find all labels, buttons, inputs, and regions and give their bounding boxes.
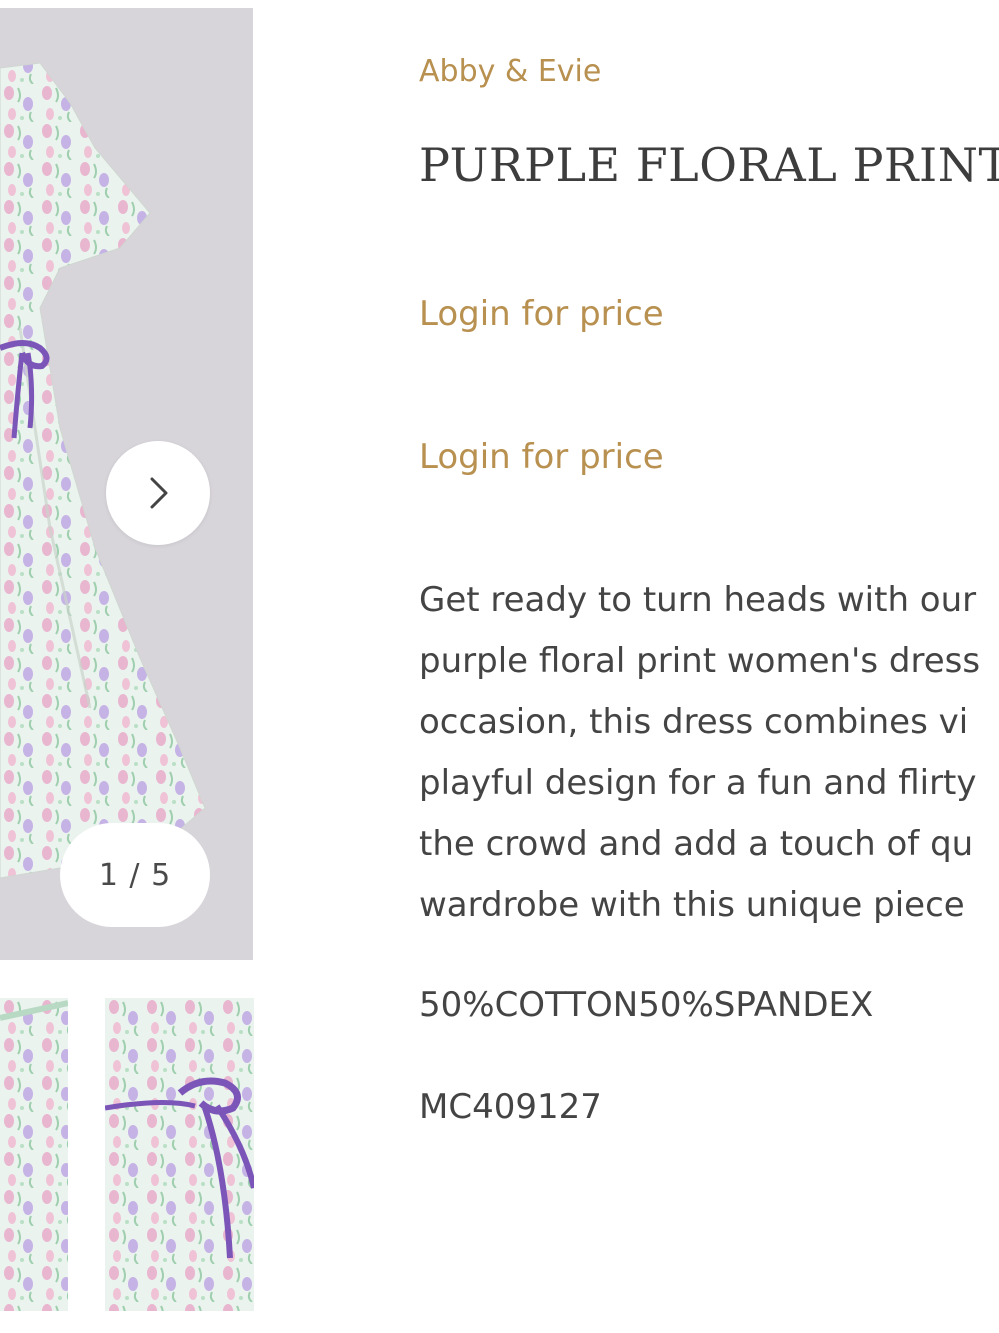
main-product-image[interactable]: 1 / 5 (0, 8, 253, 960)
login-for-price-link[interactable]: Login for price (419, 294, 664, 334)
thumbnail-image (0, 998, 68, 1311)
thumbnail-1[interactable] (0, 998, 68, 1311)
description-line: purple floral print women's dress (419, 641, 981, 681)
thumbnail-2[interactable] (105, 998, 254, 1311)
description-line: wardrobe with this unique piece (419, 885, 965, 925)
product-info: Abby & Evie PURPLE FLORAL PRINT Login fo… (419, 0, 999, 1333)
description-line: Get ready to turn heads with our (419, 580, 977, 620)
product-title: PURPLE FLORAL PRINT (419, 138, 999, 192)
image-counter: 1 / 5 (60, 823, 210, 927)
next-image-button[interactable] (106, 441, 210, 545)
sku-text: MC409127 (419, 1087, 602, 1127)
product-page: 1 / 5 Abby & Evie PURPLE FLORAL PRINT Lo… (0, 0, 999, 1333)
login-for-price-link[interactable]: Login for price (419, 437, 664, 477)
description-line: occasion, this dress combines vi (419, 702, 969, 742)
description-line: the crowd and add a touch of qu (419, 824, 974, 864)
brand-link[interactable]: Abby & Evie (419, 54, 601, 89)
thumbnail-image (105, 998, 254, 1311)
chevron-right-icon (150, 477, 168, 509)
material-text: 50%COTTON50%SPANDEX (419, 985, 874, 1025)
description-line: playful design for a fun and flirty (419, 763, 977, 803)
